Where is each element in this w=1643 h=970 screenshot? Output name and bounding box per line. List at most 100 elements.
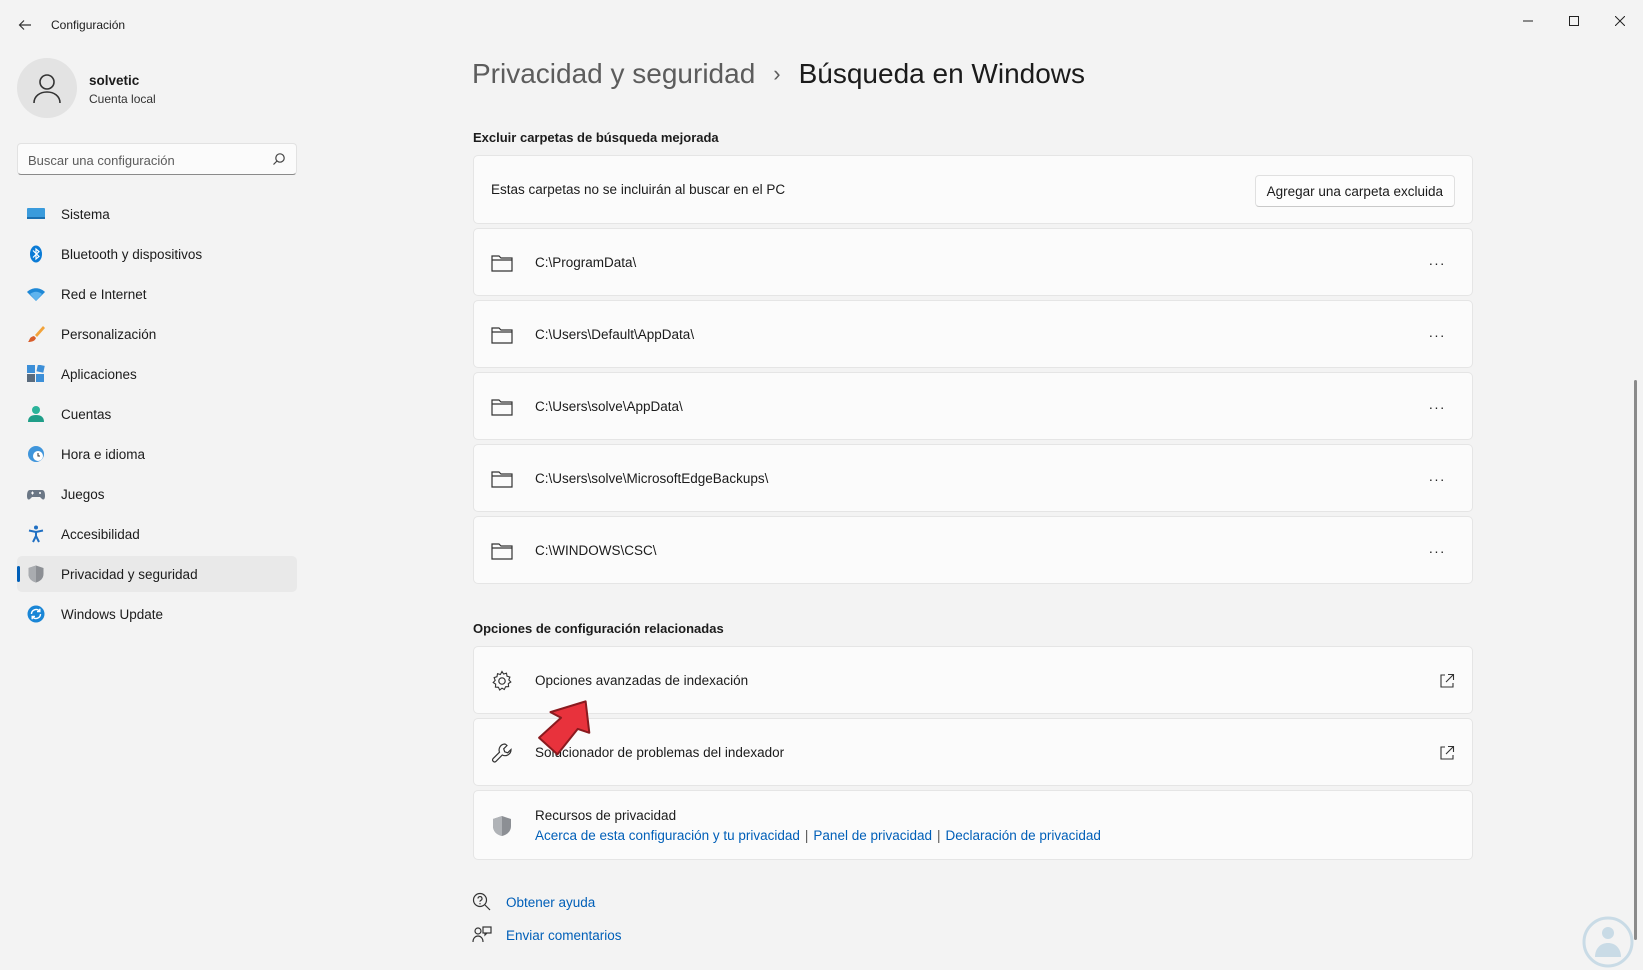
privacy-links: Acerca de esta configuración y tu privac…	[535, 828, 1101, 843]
accessibility-icon	[28, 525, 44, 543]
add-excluded-folder-button[interactable]: Agregar una carpeta excluida	[1254, 175, 1455, 207]
folder-path: C:\WINDOWS\CSC\	[535, 543, 657, 558]
folder-path: C:\Users\solve\AppData\	[535, 399, 683, 414]
more-options-button[interactable]: ···	[1424, 250, 1450, 276]
privacy-resources-title: Recursos de privacidad	[535, 808, 677, 823]
folder-icon	[491, 255, 513, 272]
external-link-icon	[1440, 745, 1455, 760]
privacy-dashboard-link[interactable]: Panel de privacidad	[813, 828, 932, 843]
account-type: Cuenta local	[89, 92, 156, 106]
back-arrow-icon	[18, 20, 31, 30]
back-button[interactable]	[12, 12, 38, 38]
sidebar-item-windows-update[interactable]: Windows Update	[17, 596, 297, 632]
sidebar-item-personalizacion[interactable]: Personalización	[17, 316, 297, 352]
user-name: solvetic	[89, 73, 140, 88]
breadcrumb-parent-link[interactable]: Privacidad y seguridad	[472, 58, 755, 90]
avatar[interactable]	[17, 58, 77, 118]
scrollbar-thumb[interactable]	[1634, 380, 1637, 940]
exclude-description: Estas carpetas no se incluirán al buscar…	[491, 182, 786, 197]
person-icon	[28, 406, 44, 422]
exclude-header-card: Estas carpetas no se incluirán al buscar…	[473, 155, 1473, 224]
folder-icon	[491, 543, 513, 560]
wrench-icon	[492, 743, 512, 763]
shield-icon	[28, 565, 44, 583]
app-title: Configuración	[51, 18, 126, 32]
monitor-icon	[27, 208, 45, 219]
folder-icon	[491, 327, 513, 344]
excluded-folder-row: C:\Users\Default\AppData\ ···	[473, 300, 1473, 368]
page-title: Búsqueda en Windows	[798, 58, 1086, 89]
folder-icon	[491, 471, 513, 488]
globe-clock-icon	[28, 446, 44, 462]
breadcrumb-separator: ›	[773, 61, 781, 86]
privacy-about-link[interactable]: Acerca de esta configuración y tu privac…	[535, 828, 800, 843]
privacy-resources-card: Recursos de privacidad Acerca de esta co…	[473, 790, 1473, 860]
more-options-button[interactable]: ···	[1424, 538, 1450, 564]
more-options-button[interactable]: ···	[1424, 466, 1450, 492]
sidebar-item-label: Personalización	[61, 326, 157, 342]
sidebar-nav: Sistema Bluetooth y dispositivos Red e I…	[17, 196, 297, 636]
sidebar-item-label: Windows Update	[61, 606, 164, 622]
sidebar-item-privacidad[interactable]: Privacidad y seguridad	[17, 556, 297, 592]
sidebar-item-aplicaciones[interactable]: Aplicaciones	[17, 356, 297, 392]
excluded-folder-row: C:\ProgramData\ ···	[473, 228, 1473, 296]
sidebar-item-bluetooth[interactable]: Bluetooth y dispositivos	[17, 236, 297, 272]
more-options-button[interactable]: ···	[1424, 394, 1450, 420]
watermark-logo	[1582, 916, 1634, 968]
sidebar-item-accesibilidad[interactable]: Accesibilidad	[17, 516, 297, 552]
update-icon	[27, 605, 45, 623]
get-help-link[interactable]: Obtener ayuda	[506, 895, 595, 910]
title-bar: Configuración	[0, 0, 1643, 48]
bluetooth-icon	[30, 245, 42, 263]
sidebar-item-label: Cuentas	[61, 406, 112, 422]
advanced-indexing-options-link[interactable]: Opciones avanzadas de indexación	[473, 646, 1473, 714]
maximize-button[interactable]	[1551, 6, 1597, 36]
close-button[interactable]	[1597, 6, 1643, 36]
sidebar-item-label: Hora e idioma	[61, 446, 146, 462]
folder-icon	[491, 399, 513, 416]
sidebar-item-hora[interactable]: Hora e idioma	[17, 436, 297, 472]
gamepad-icon	[27, 490, 45, 500]
feedback-icon	[472, 926, 492, 943]
gear-icon	[492, 670, 512, 691]
maximize-icon	[1569, 16, 1579, 26]
excluded-folder-row: C:\Users\solve\MicrosoftEdgeBackups\ ···	[473, 444, 1473, 512]
breadcrumb: Privacidad y seguridad › Búsqueda en Win…	[472, 58, 1085, 90]
get-help-row[interactable]: Obtener ayuda	[472, 892, 595, 912]
brush-icon	[28, 326, 45, 342]
link-separator: |	[937, 828, 941, 843]
close-icon	[1615, 16, 1625, 26]
search-icon[interactable]	[272, 152, 286, 166]
sidebar-item-cuentas[interactable]: Cuentas	[17, 396, 297, 432]
sidebar-item-sistema[interactable]: Sistema	[17, 196, 297, 232]
sidebar-item-label: Privacidad y seguridad	[61, 566, 198, 582]
apps-icon	[27, 365, 45, 382]
person-icon	[33, 74, 61, 104]
search-input[interactable]	[28, 150, 258, 170]
more-options-button[interactable]: ···	[1424, 322, 1450, 348]
advanced-indexing-options-label: Opciones avanzadas de indexación	[535, 673, 749, 688]
sidebar-item-label: Accesibilidad	[61, 526, 140, 542]
send-feedback-link[interactable]: Enviar comentarios	[506, 928, 622, 943]
excluded-folder-row: C:\WINDOWS\CSC\ ···	[473, 516, 1473, 584]
sidebar-item-label: Juegos	[61, 486, 105, 502]
shield-icon	[493, 816, 511, 836]
minimize-button[interactable]	[1505, 6, 1551, 36]
annotation-arrow-icon	[538, 700, 591, 756]
folder-path: C:\ProgramData\	[535, 255, 637, 270]
help-icon	[472, 892, 491, 911]
minimize-icon	[1523, 20, 1533, 22]
external-link-icon	[1440, 673, 1455, 688]
link-separator: |	[804, 828, 809, 843]
indexer-troubleshooter-link[interactable]: Solucionador de problemas del indexador	[473, 718, 1473, 786]
privacy-statement-link[interactable]: Declaración de privacidad	[946, 828, 1101, 843]
wifi-icon	[27, 288, 45, 301]
folder-path: C:\Users\Default\AppData\	[535, 327, 695, 342]
sidebar-item-red[interactable]: Red e Internet	[17, 276, 297, 312]
search-box[interactable]	[17, 143, 297, 175]
folder-path: C:\Users\solve\MicrosoftEdgeBackups\	[535, 471, 769, 486]
sidebar-item-label: Bluetooth y dispositivos	[61, 246, 203, 262]
send-feedback-row[interactable]: Enviar comentarios	[472, 925, 622, 945]
sidebar-item-label: Red e Internet	[61, 286, 147, 302]
sidebar-item-juegos[interactable]: Juegos	[17, 476, 297, 512]
